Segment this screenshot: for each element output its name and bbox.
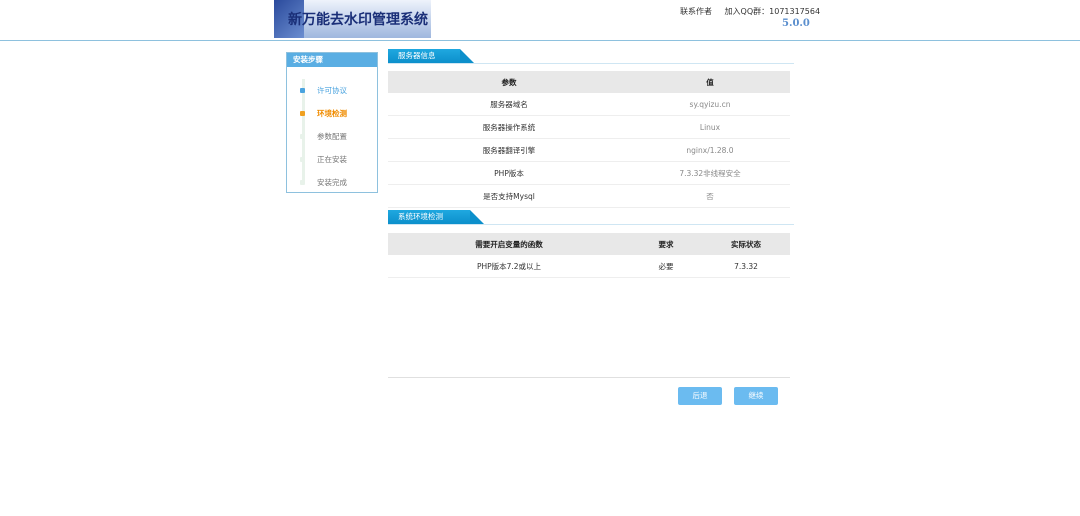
table-row: PHP版本7.2或以上 必要 7.3.32 xyxy=(388,255,790,278)
table-header-row: 需要开启变量的函数 要求 实际状态 xyxy=(388,233,790,255)
param-name: 服务器操作系统 xyxy=(388,115,630,139)
server-info-tab: 服务器信息 xyxy=(388,49,474,63)
server-info-table: 参数 值 服务器域名 sy.qyizu.cn 服务器操作系统 Linux 服务器… xyxy=(388,71,790,208)
step-dot-icon xyxy=(300,88,305,93)
param-value: sy.qyizu.cn xyxy=(630,93,790,116)
top-links: 联系作者 加入QQ群：1071317564 xyxy=(680,6,830,17)
table-row: PHP版本 7.3.32非线程安全 xyxy=(388,161,790,185)
install-steps-title: 安装步骤 xyxy=(287,53,377,67)
env-check-tab: 系统环境检测 xyxy=(388,210,484,224)
table-row: 服务器域名 sy.qyizu.cn xyxy=(388,93,790,116)
step-label: 正在安装 xyxy=(317,155,347,164)
step-env-check: 环境检测 xyxy=(287,106,377,122)
column-header: 值 xyxy=(630,71,790,93)
tab-corner xyxy=(460,49,474,63)
table-row: 是否支持Mysql 否 xyxy=(388,184,790,208)
step-dot-icon xyxy=(300,111,305,116)
step-dot-icon xyxy=(300,134,305,139)
column-header: 要求 xyxy=(630,233,702,255)
column-header: 需要开启变量的函数 xyxy=(388,233,630,255)
install-steps-list: 许可协议 环境检测 参数配置 正在安装 安装完成 xyxy=(287,67,377,192)
param-value: nginx/1.28.0 xyxy=(630,138,790,162)
step-label: 参数配置 xyxy=(317,132,347,141)
param-name: 服务器翻译引擎 xyxy=(388,138,630,162)
table-row: 服务器翻译引擎 nginx/1.28.0 xyxy=(388,138,790,162)
param-name: 服务器域名 xyxy=(388,93,630,116)
install-steps-panel: 安装步骤 许可协议 环境检测 参数配置 正在安装 安装完成 xyxy=(286,52,378,193)
step-dot-icon xyxy=(300,180,305,185)
step-label: 许可协议 xyxy=(317,86,347,95)
step-complete: 安装完成 xyxy=(287,175,377,191)
step-installing: 正在安装 xyxy=(287,152,377,168)
version-label: 5.0.0 xyxy=(782,18,810,29)
param-value: 7.3.32非线程安全 xyxy=(630,161,790,185)
param-value: 否 xyxy=(630,184,790,208)
step-dot-icon xyxy=(300,157,305,162)
step-label: 安装完成 xyxy=(317,178,347,187)
param-name: 是否支持Mysql xyxy=(388,184,630,208)
footer-divider xyxy=(388,377,790,378)
back-button[interactable]: 后退 xyxy=(678,387,722,405)
contact-author-link[interactable]: 联系作者 xyxy=(680,7,712,16)
table-header-row: 参数 值 xyxy=(388,71,790,93)
param-value: Linux xyxy=(630,115,790,139)
tab-corner xyxy=(470,210,484,224)
param-name: PHP版本 xyxy=(388,161,630,185)
env-check-divider xyxy=(388,224,794,225)
app-logo: 新万能去水印管理系统 xyxy=(274,0,431,38)
env-check-table: 需要开启变量的函数 要求 实际状态 PHP版本7.2或以上 必要 7.3.32 xyxy=(388,233,790,278)
step-config: 参数配置 xyxy=(287,129,377,145)
function-name: PHP版本7.2或以上 xyxy=(388,255,630,278)
column-header: 实际状态 xyxy=(702,233,790,255)
step-label: 环境检测 xyxy=(317,109,347,118)
next-button[interactable]: 继续 xyxy=(734,387,778,405)
server-info-title: 服务器信息 xyxy=(398,51,436,60)
env-check-title: 系统环境检测 xyxy=(398,212,443,221)
logo-title: 新万能去水印管理系统 xyxy=(288,12,428,28)
server-info-divider xyxy=(388,63,794,64)
table-row: 服务器操作系统 Linux xyxy=(388,115,790,139)
requirement: 必要 xyxy=(630,255,702,278)
top-header: 新万能去水印管理系统 联系作者 加入QQ群：1071317564 5.0.0 xyxy=(0,0,1080,41)
actual-status: 7.3.32 xyxy=(702,255,790,278)
step-license: 许可协议 xyxy=(287,83,377,99)
column-header: 参数 xyxy=(388,71,630,93)
qq-group-link[interactable]: 加入QQ群：1071317564 xyxy=(725,7,821,16)
